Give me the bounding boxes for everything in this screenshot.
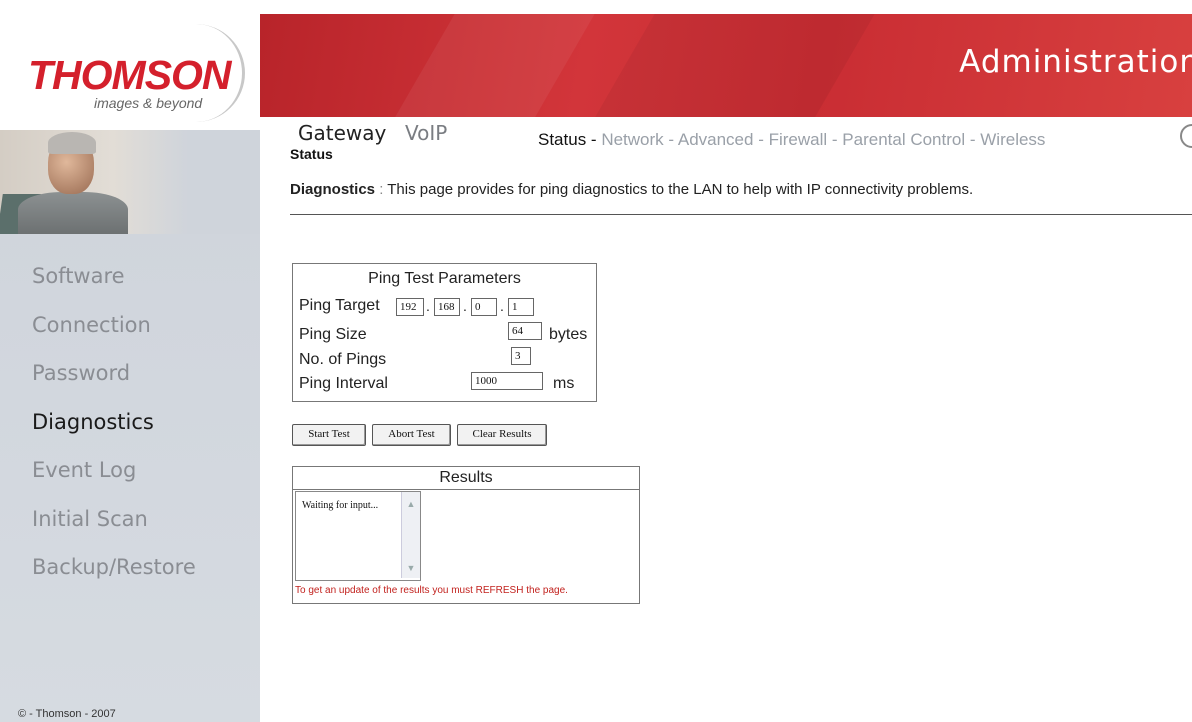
sub-nav: Status - Network - Advanced - Firewall -… [538, 130, 1045, 150]
brand-name: THOMSON [28, 52, 232, 98]
page-header-title: Administration [959, 44, 1192, 80]
results-value: Waiting for input... [302, 500, 379, 511]
ping-parameters-panel: Ping Test Parameters Ping Target 192 . 1… [292, 263, 597, 402]
sidebar-item-backup-restore[interactable]: Backup/Restore [32, 549, 196, 598]
sidebar-item-diagnostics[interactable]: Diagnostics [32, 404, 196, 453]
results-textarea[interactable]: Waiting for input... ▲ ▼ [295, 491, 421, 581]
ping-interval-input[interactable]: 1000 [471, 372, 543, 390]
description-label: Diagnostics [290, 181, 376, 198]
scroll-up-icon[interactable]: ▲ [405, 498, 417, 510]
ping-interval-label: Ping Interval [299, 375, 388, 392]
ping-target-octet-3[interactable]: 0 [471, 298, 497, 316]
results-scrollbar[interactable]: ▲ ▼ [401, 492, 420, 578]
ping-size-label: Ping Size [299, 326, 367, 343]
description-separator: : [375, 181, 388, 198]
header-banner: Administration [260, 14, 1192, 117]
refresh-note: To get an update of the results you must… [295, 585, 568, 596]
user-photo [0, 130, 260, 234]
sidebar-item-event-log[interactable]: Event Log [32, 452, 196, 501]
subnav-status[interactable]: Status - [538, 130, 597, 149]
subnav-network[interactable]: Network - [601, 130, 674, 149]
subnav-advanced[interactable]: Advanced - [678, 130, 764, 149]
ping-parameters-title: Ping Test Parameters [368, 270, 521, 287]
num-pings-label: No. of Pings [299, 351, 387, 368]
ping-target-octet-2[interactable]: 168 [434, 298, 460, 316]
description-text: This page provides for ping diagnostics … [387, 181, 974, 198]
sidebar: THOMSON images & beyond Software Connect… [0, 0, 260, 722]
subnav-parental-control[interactable]: Parental Control - [842, 130, 975, 149]
more-nav-icon[interactable] [1180, 124, 1192, 148]
tab-voip[interactable]: VoIP [405, 121, 447, 145]
scroll-down-icon[interactable]: ▼ [405, 562, 417, 574]
subnav-wireless[interactable]: Wireless [980, 130, 1045, 149]
divider [258, 14, 260, 117]
num-pings-input[interactable]: 3 [511, 347, 531, 365]
section-title: Status [290, 146, 333, 162]
sidebar-item-connection[interactable]: Connection [32, 307, 196, 356]
sidebar-item-password[interactable]: Password [32, 355, 196, 404]
copyright: © - Thomson - 2007 [18, 708, 116, 720]
ping-target-octet-4[interactable]: 1 [508, 298, 534, 316]
results-panel: Results Waiting for input... ▲ ▼ To get … [292, 466, 640, 604]
brand-tagline: images & beyond [94, 95, 203, 111]
sidebar-item-initial-scan[interactable]: Initial Scan [32, 501, 196, 550]
ping-size-input[interactable]: 64 [508, 322, 542, 340]
abort-test-button[interactable]: Abort Test [372, 424, 451, 446]
start-test-button[interactable]: Start Test [292, 424, 366, 446]
top-nav: Gateway VoIP Status - Network - Advanced… [260, 117, 1192, 149]
subnav-firewall[interactable]: Firewall - [769, 130, 838, 149]
results-title: Results [439, 469, 493, 486]
sidebar-nav: Software Connection Password Diagnostics… [32, 258, 196, 598]
tab-gateway[interactable]: Gateway [298, 121, 386, 145]
clear-results-button[interactable]: Clear Results [457, 424, 547, 446]
logo: THOMSON images & beyond [0, 0, 260, 130]
divider-line [290, 214, 1192, 215]
ping-target-label: Ping Target [299, 297, 380, 314]
ping-size-unit: bytes [549, 326, 588, 343]
sidebar-item-software[interactable]: Software [32, 258, 196, 307]
page-description: Diagnostics : This page provides for pin… [290, 181, 973, 198]
ping-interval-unit: ms [553, 375, 575, 392]
ping-target-octet-1[interactable]: 192 [396, 298, 424, 316]
